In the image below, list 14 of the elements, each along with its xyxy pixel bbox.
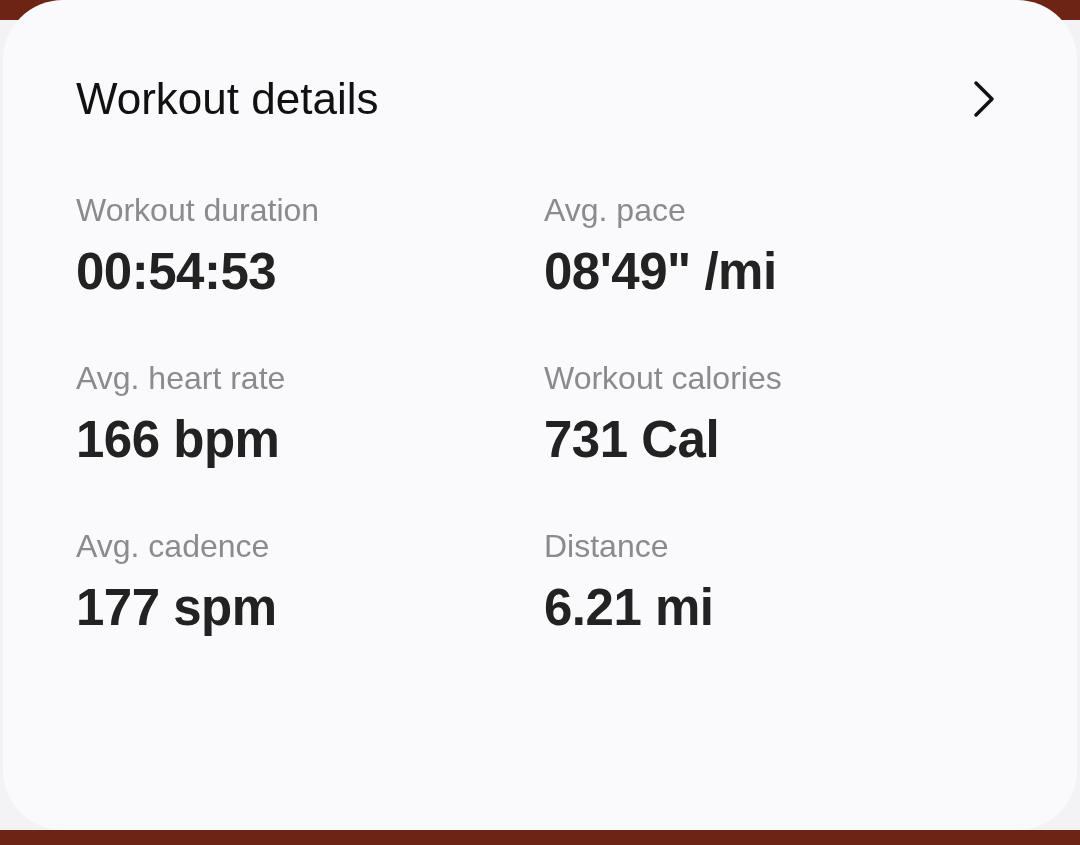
stat-label: Distance (544, 527, 670, 566)
stat-value: 731 Cal (544, 412, 721, 468)
stat-label: Workout calories (544, 359, 783, 398)
card-title: Workout details (76, 74, 379, 124)
stat-value: 6.21 mi (544, 580, 715, 636)
stat-value: 08'49" /mi (544, 244, 778, 300)
stat-label: Workout duration (76, 191, 321, 230)
stat-label: Avg. pace (544, 191, 687, 230)
stat-value: 166 bpm (76, 412, 281, 468)
stat-value: 177 spm (76, 580, 278, 636)
stat-label: Avg. cadence (76, 527, 271, 566)
stat-label: Avg. heart rate (76, 359, 287, 398)
chevron-right-icon[interactable] (971, 79, 997, 119)
stat-value: 00:54:53 (76, 244, 278, 300)
